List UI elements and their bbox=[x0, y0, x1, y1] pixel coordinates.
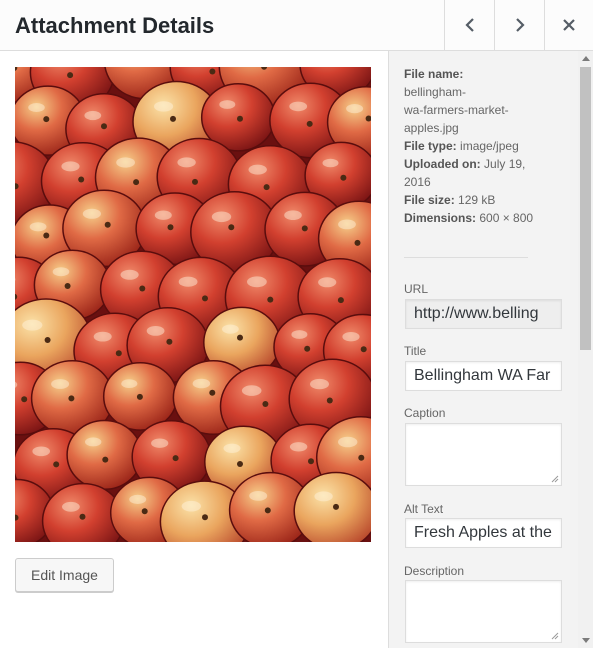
attachment-media-view: Edit Image bbox=[0, 51, 388, 648]
dimensions-label: Dimensions: bbox=[404, 211, 477, 225]
attachment-image bbox=[15, 67, 371, 542]
uploaded-label: Uploaded on: bbox=[404, 157, 481, 171]
previous-attachment-button[interactable] bbox=[444, 0, 494, 50]
attachment-details-sidebar: File name: bellingham-wa-farmers-market-… bbox=[388, 51, 593, 648]
dimensions-value: 600 × 800 bbox=[479, 211, 534, 225]
scroll-down-arrow-icon[interactable] bbox=[582, 638, 590, 643]
title-field[interactable]: Bellingham WA Far bbox=[405, 361, 562, 391]
file-name-label: File name: bbox=[404, 67, 464, 81]
apple bbox=[102, 361, 178, 431]
sidebar-scrollbar[interactable] bbox=[578, 51, 593, 648]
url-field[interactable]: http://www.belling bbox=[405, 299, 562, 329]
description-field[interactable] bbox=[405, 580, 562, 643]
alt-text-field[interactable]: Fresh Apples at the bbox=[405, 518, 562, 548]
apples-photo bbox=[15, 67, 371, 542]
apple bbox=[66, 419, 143, 491]
file-size-value: 129 kB bbox=[458, 193, 496, 207]
uploaded-row: Uploaded on: July 19, 2016 bbox=[404, 155, 534, 191]
file-info: File name: bellingham-wa-farmers-market-… bbox=[404, 65, 534, 227]
resize-grip-icon[interactable] bbox=[551, 475, 559, 483]
close-button[interactable] bbox=[544, 0, 593, 50]
title-label: Title bbox=[404, 344, 427, 358]
edit-image-button[interactable]: Edit Image bbox=[15, 558, 114, 592]
page-title: Attachment Details bbox=[15, 13, 215, 38]
file-name-value: bellingham-wa-farmers-market-apples.jpg bbox=[404, 85, 509, 135]
resize-grip-icon[interactable] bbox=[551, 632, 559, 640]
scroll-up-arrow-icon[interactable] bbox=[582, 56, 590, 61]
alt-text-label: Alt Text bbox=[404, 502, 444, 516]
file-type-row: File type: image/jpeg bbox=[404, 137, 534, 155]
dimensions-row: Dimensions: 600 × 800 bbox=[404, 209, 534, 227]
url-label: URL bbox=[404, 282, 429, 296]
file-name-row: File name: bellingham-wa-farmers-market-… bbox=[404, 65, 534, 137]
chevron-right-icon bbox=[515, 18, 525, 32]
file-size-row: File size: 129 kB bbox=[404, 191, 534, 209]
details-divider bbox=[404, 257, 528, 258]
chevron-left-icon bbox=[464, 18, 474, 32]
file-type-label: File type: bbox=[404, 139, 457, 153]
close-icon bbox=[563, 19, 575, 31]
modal-header: Attachment Details bbox=[0, 0, 593, 51]
scroll-thumb[interactable] bbox=[580, 67, 591, 350]
file-size-label: File size: bbox=[404, 193, 455, 207]
caption-field[interactable] bbox=[405, 423, 562, 486]
caption-label: Caption bbox=[404, 406, 446, 420]
description-label: Description bbox=[404, 564, 465, 578]
next-attachment-button[interactable] bbox=[494, 0, 544, 50]
file-type-value: image/jpeg bbox=[460, 139, 519, 153]
